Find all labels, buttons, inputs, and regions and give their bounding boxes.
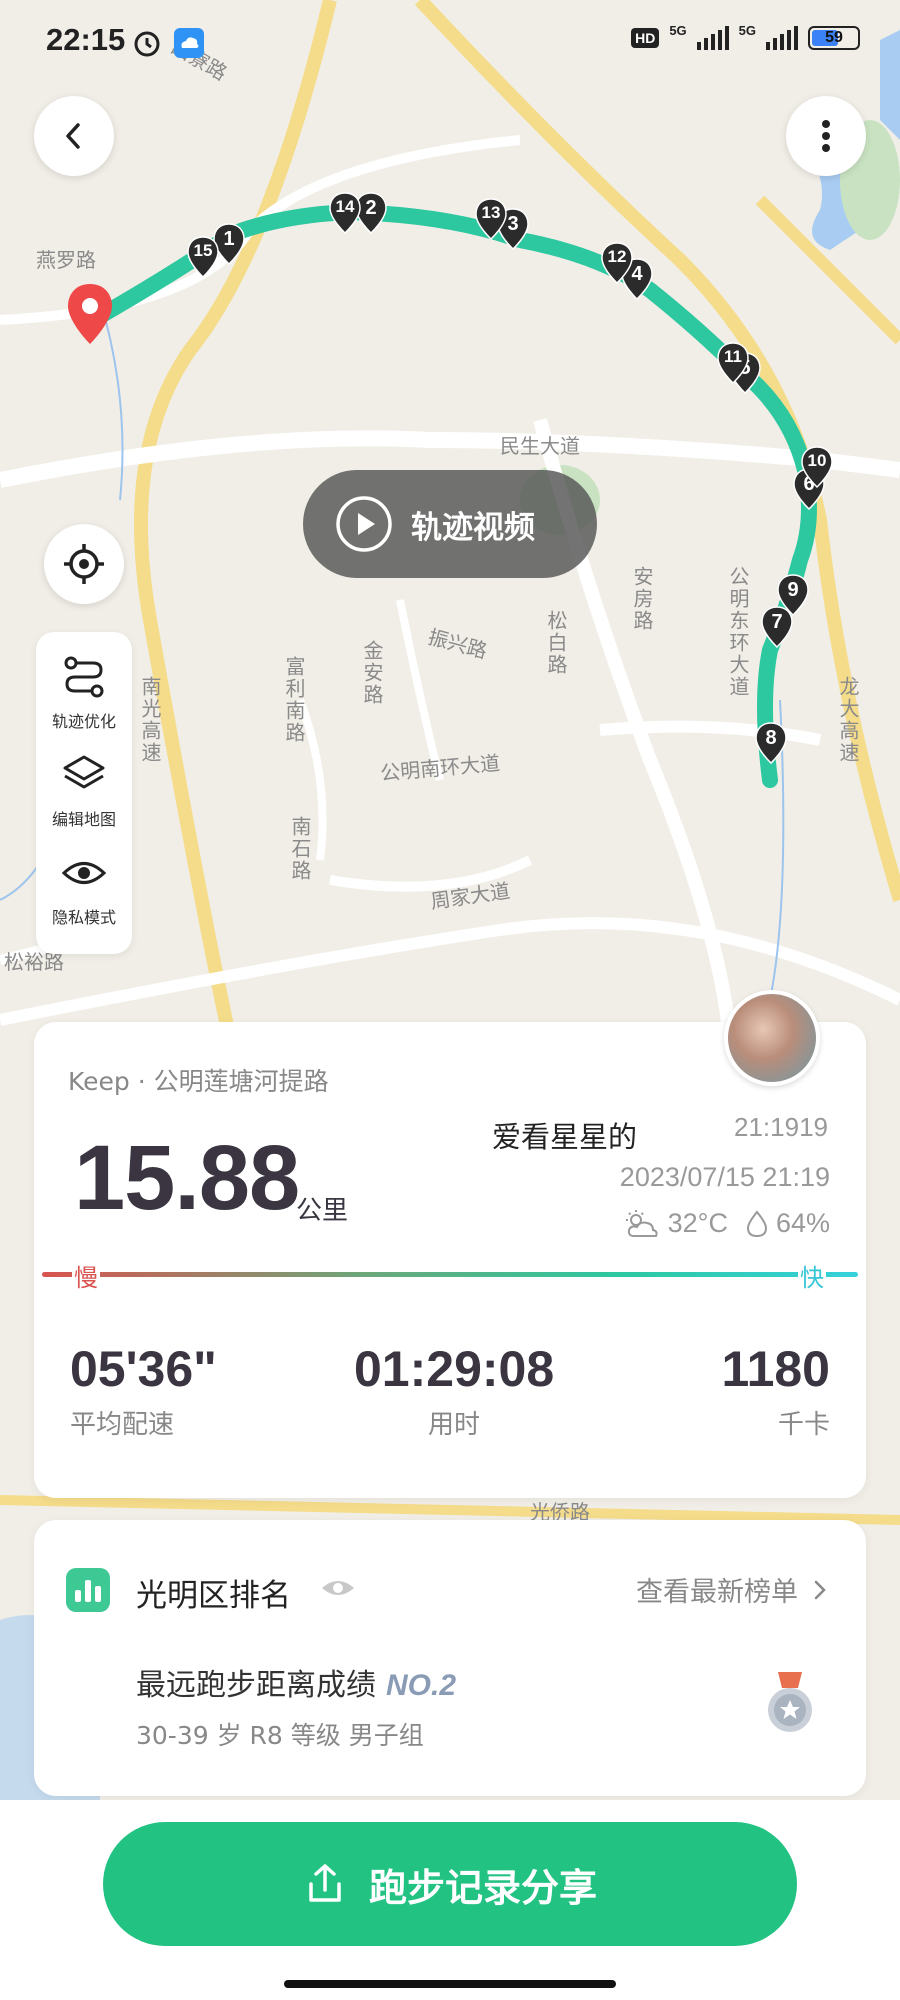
- achievement-label: 最远跑步距离成绩: [136, 1668, 376, 1703]
- ranking-group: 30-39 岁 R8 等级 男子组: [136, 1721, 424, 1750]
- back-button[interactable]: [34, 96, 114, 176]
- chevron-left-icon: [66, 123, 80, 149]
- signal-icon-2: [766, 26, 798, 50]
- track-video-label: 轨迹视频: [411, 509, 535, 546]
- map-label-jinan: 金安路: [360, 640, 384, 706]
- temperature: 32°C: [667, 1208, 728, 1238]
- map-label-nanshi: 南石路: [288, 816, 312, 882]
- km-marker-label: 15: [193, 241, 213, 260]
- rank-number: NO.2: [386, 1669, 457, 1702]
- eye-icon: [61, 862, 107, 884]
- avg-pace-value: 05'36": [70, 1341, 217, 1397]
- more-button[interactable]: [786, 96, 866, 176]
- map-label-yanluo: 燕罗路: [36, 248, 96, 272]
- alarm-icon: [132, 28, 162, 62]
- calories-caption: 千卡: [777, 1410, 830, 1440]
- visibility-icon[interactable]: [320, 1576, 356, 1604]
- view-latest-ranking-label: 查看最新榜单: [636, 1577, 798, 1608]
- avg-pace-caption: 平均配速: [70, 1410, 175, 1440]
- status-indicators: HD 5G 5G 59: [631, 22, 860, 50]
- duration-value: 01:29:08: [354, 1341, 555, 1397]
- km-marker-label: 11: [724, 347, 742, 366]
- tool-privacy-mode-label: 隐私模式: [51, 908, 116, 927]
- km-marker-label: 14: [335, 197, 355, 216]
- map-tools-panel: 轨迹优化 编辑地图 隐私模式: [36, 632, 132, 954]
- route-icon: [64, 656, 104, 698]
- ranking-title: 光明区排名: [136, 1578, 291, 1614]
- tool-route-optimize-label: 轨迹优化: [51, 712, 116, 731]
- run-date: 2023/07/15 21:19: [619, 1162, 830, 1192]
- view-latest-ranking-link[interactable]: 查看最新榜单: [636, 1570, 828, 1609]
- map-label-minsheng: 民生大道: [500, 434, 580, 458]
- map-label-anfang: 安房路: [630, 566, 654, 632]
- km-marker-label: 8: [765, 727, 777, 749]
- layers-icon: [63, 755, 105, 789]
- ranking-achievement: 最远跑步距离成绩 NO.2: [136, 1660, 456, 1704]
- humidity: 64%: [775, 1208, 830, 1238]
- distance-value: 15.88: [74, 1127, 300, 1229]
- user-name: 爱看星星的: [492, 1120, 638, 1154]
- map-label-gongming-east: 公明东环大道: [726, 566, 750, 698]
- home-indicator: [284, 1980, 616, 1988]
- partly-cloudy-icon: [625, 1209, 658, 1237]
- map-label-longda: 龙大高速: [836, 676, 860, 764]
- fast-label: 快: [798, 1258, 826, 1293]
- network-label-1: 5G: [669, 22, 687, 38]
- pace-gradient-bar: [42, 1272, 858, 1277]
- km-marker-label: 13: [481, 203, 501, 222]
- avg-pace-stat: 05'36" 平均配速: [70, 1340, 217, 1441]
- status-time: 22:15: [46, 22, 126, 57]
- distance-unit: 公里: [296, 1196, 349, 1226]
- tool-privacy-mode[interactable]: 隐私模式: [36, 850, 132, 928]
- bar-chart-icon: [66, 1568, 110, 1612]
- duration-caption: 用时: [427, 1410, 480, 1440]
- map-label-songbai: 松白路: [544, 610, 568, 676]
- cloud-icon: [174, 28, 204, 62]
- share-run-label: 跑步记录分享: [368, 1865, 597, 1910]
- crosshair-icon: [64, 544, 104, 584]
- tool-route-optimize[interactable]: 轨迹优化: [36, 654, 132, 732]
- locate-button[interactable]: [44, 524, 124, 604]
- user-time-overlay: 21:1919: [734, 1112, 828, 1142]
- more-vertical-icon: [822, 120, 830, 152]
- hd-badge: HD: [631, 28, 660, 48]
- km-marker-label: 9: [787, 579, 799, 601]
- battery-icon: 59: [808, 26, 860, 50]
- track-video-button[interactable]: 轨迹视频: [303, 470, 597, 578]
- ranking-card[interactable]: 光明区排名 查看最新榜单 最远跑步距离成绩 NO.2 30-39 岁 R8 等级 …: [34, 1520, 866, 1796]
- km-marker-label: 10: [807, 451, 827, 470]
- avatar[interactable]: [724, 990, 820, 1086]
- tool-edit-map-label: 编辑地图: [51, 810, 116, 829]
- medal-icon: [764, 1670, 816, 1740]
- share-run-button[interactable]: 跑步记录分享: [103, 1822, 797, 1946]
- slow-label: 慢: [72, 1258, 100, 1293]
- map-label-fuli: 富利南路: [282, 656, 306, 744]
- humidity-icon: [746, 1209, 767, 1237]
- tool-edit-map[interactable]: 编辑地图: [36, 752, 132, 830]
- weather: 32°C 64%: [624, 1208, 830, 1239]
- signal-icon-1: [696, 26, 729, 50]
- calories-stat: 1180 千卡: [722, 1340, 830, 1441]
- map-label-nanguang: 南光高速: [138, 676, 162, 764]
- share-icon: [309, 1864, 341, 1902]
- status-bar: 22:15 HD 5G 5G 59: [0, 0, 900, 80]
- run-source: Keep · 公明莲塘河提路: [68, 1067, 329, 1096]
- duration-stat: 01:29:08 用时: [354, 1340, 554, 1441]
- network-label-2: 5G: [738, 22, 756, 38]
- calories-value: 1180: [721, 1341, 830, 1397]
- play-icon: [336, 496, 392, 552]
- chevron-right-icon: [814, 1580, 826, 1599]
- km-marker-label: 12: [607, 247, 627, 266]
- run-stats-card: Keep · 公明莲塘河提路 15.88 公里 爱看星星的 21:1919 20…: [34, 1022, 866, 1498]
